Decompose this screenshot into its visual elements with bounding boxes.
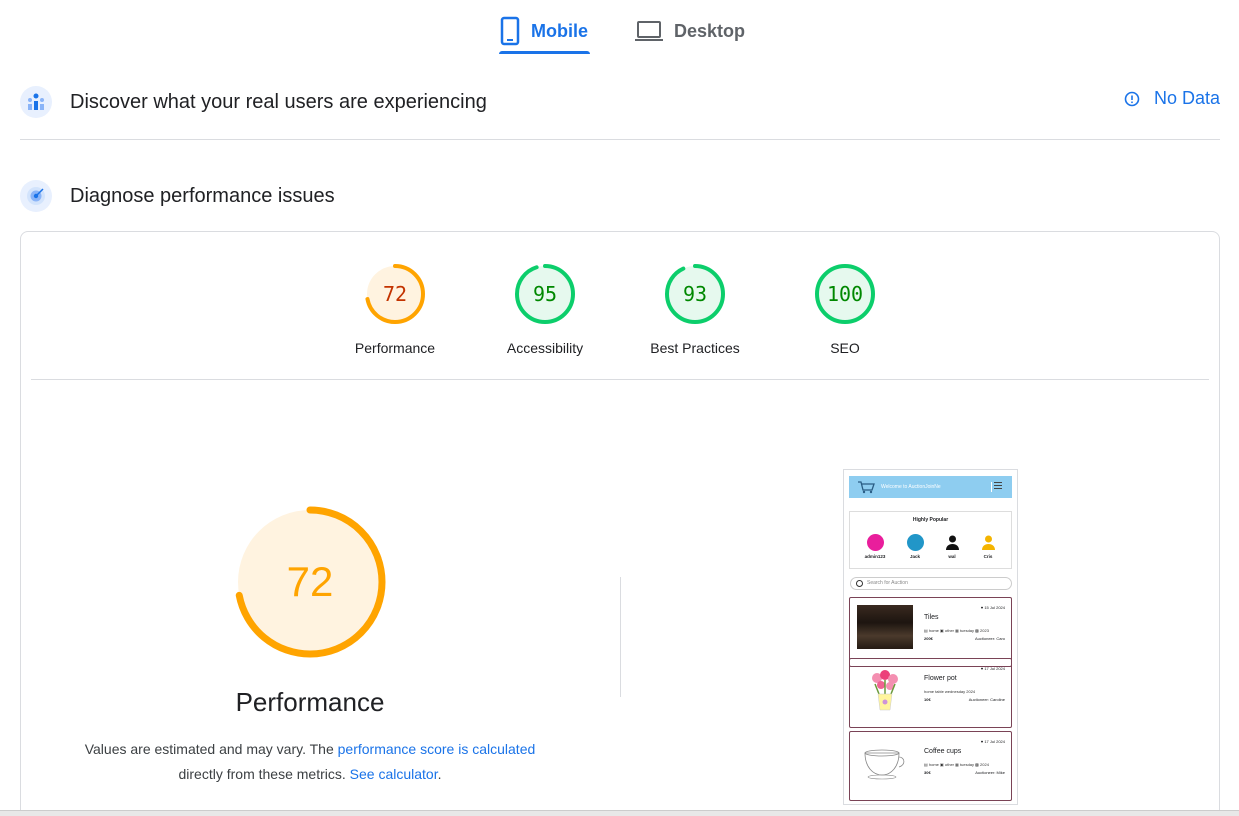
- item-meta: home table wednesday 2024: [924, 689, 976, 694]
- screenshot-auction-item: ♥ 17 Jul 2024 Flower pot home table wedn…: [849, 658, 1012, 728]
- card-divider: [31, 379, 1209, 380]
- vertical-divider: [620, 577, 621, 697]
- desc-prefix: Values are estimated and may vary. The: [84, 741, 338, 757]
- tab-mobile-label: Mobile: [531, 20, 588, 41]
- gauge-label: Performance: [354, 340, 436, 356]
- gauge-label: Accessibility: [506, 340, 584, 356]
- avatar: [866, 534, 884, 551]
- popular-user-name: wal: [948, 554, 956, 559]
- section-divider: [20, 139, 1220, 140]
- screenshot-auction-item: ♥ 15 Jul 2024 Tiles ▤ home ▣ other ▦ tue…: [849, 597, 1012, 667]
- item-auctioneer: Auctioneer: Caro: [974, 636, 1005, 641]
- item-name: Tiles: [924, 614, 939, 621]
- popular-user-name: Jack: [909, 554, 920, 559]
- item-price: 200€: [924, 636, 933, 641]
- popular-user: admin123: [860, 534, 890, 560]
- gauge-ring: 95: [515, 264, 575, 324]
- score-gauges: 72 Performance 95 Accessibility 93 Best …: [21, 262, 1221, 362]
- gauge-score: 93: [683, 282, 707, 306]
- discover-title: Discover what your real users are experi…: [70, 90, 487, 113]
- gauge-score: 100: [827, 282, 863, 306]
- gauge-score: 95: [533, 282, 557, 306]
- avatar: [979, 534, 997, 551]
- big-gauge-score: 72: [287, 558, 334, 605]
- avatar: [906, 534, 924, 551]
- desc-middle: directly from these metrics.: [178, 766, 350, 782]
- item-price: 30€: [924, 770, 931, 775]
- performance-title: Performance: [235, 687, 385, 717]
- score-calculated-link[interactable]: performance score is calculated: [338, 741, 536, 757]
- report-card: 72 Performance 95 Accessibility 93 Best …: [20, 231, 1220, 816]
- item-date: ♥ 17 Jul 2024: [980, 739, 1005, 744]
- item-price: 10€: [924, 697, 931, 702]
- popular-user: wal: [937, 534, 967, 560]
- menu-icon: [991, 482, 1002, 492]
- discover-section[interactable]: Discover what your real users are experi…: [20, 84, 1220, 120]
- see-calculator-link[interactable]: See calculator: [350, 766, 438, 782]
- gauge-label: SEO: [830, 340, 860, 356]
- tab-mobile[interactable]: Mobile: [499, 8, 588, 54]
- item-name: Coffee cups: [924, 748, 962, 755]
- item-date: ♥ 15 Jul 2024: [980, 605, 1005, 610]
- gauge-best-practices[interactable]: 93 Best Practices: [640, 262, 750, 356]
- no-data-label: No Data: [1153, 88, 1220, 108]
- screenshot-popular: Highly Popular admin123 Jack wal Cris: [849, 511, 1012, 569]
- tab-desktop-label: Desktop: [674, 20, 746, 41]
- gauge-label: Best Practices: [650, 340, 740, 356]
- item-auctioneer: Auctioneer: Mike: [975, 770, 1005, 775]
- gauge-performance[interactable]: 72 Performance: [340, 262, 450, 356]
- users-chart-icon: [20, 86, 52, 118]
- performance-big-gauge: 72: [233, 505, 387, 664]
- laptop-icon: [635, 21, 663, 41]
- popular-user-name: Cris: [983, 554, 993, 559]
- smartphone-icon: [500, 16, 520, 46]
- screenshot-search: Search for Auction: [850, 577, 1012, 590]
- popular-title: Highly Popular: [912, 517, 949, 523]
- coffee-cup-image: [857, 739, 913, 783]
- popular-user: Jack: [900, 534, 930, 560]
- gauge-ring: 93: [665, 264, 725, 324]
- page-screenshot: Welcome to AuctionJoinNe Highly Popular …: [843, 469, 1018, 805]
- gauge-ring: 72: [365, 264, 425, 324]
- item-date: ♥ 17 Jul 2024: [980, 666, 1005, 671]
- performance-description: Values are estimated and may vary. The p…: [21, 737, 599, 787]
- item-meta: ▤ home ▣ other ▦ tuesday ▩ 2024: [924, 762, 989, 767]
- gauge-ring: 100: [815, 264, 875, 324]
- gauge-score: 72: [383, 282, 407, 306]
- no-data-status[interactable]: No Data: [1124, 88, 1220, 109]
- active-tab-indicator: [499, 51, 590, 54]
- desc-suffix: .: [437, 766, 442, 782]
- gauge-accessibility[interactable]: 95 Accessibility: [490, 262, 600, 356]
- popular-user: Cris: [973, 534, 1003, 560]
- screenshot-header: Welcome to AuctionJoinNe: [849, 476, 1012, 498]
- screenshot-auction-item: ♥ 17 Jul 2024 Coffee cups ▤ home ▣ other…: [849, 731, 1012, 801]
- avatar: [943, 534, 961, 551]
- tab-desktop[interactable]: Desktop: [634, 8, 745, 54]
- diagnose-section: Diagnose performance issues: [20, 178, 1220, 214]
- item-meta: ▤ home ▣ other ▦ tuesday ▩ 2023: [924, 628, 989, 633]
- radar-icon: [20, 180, 52, 212]
- flower-pot-image: [857, 666, 913, 711]
- diagnose-title: Diagnose performance issues: [70, 184, 335, 207]
- item-thumbnail: [857, 605, 913, 649]
- window-bottom-edge: [0, 810, 1239, 816]
- screenshot-header-text: Welcome to AuctionJoinNe: [881, 484, 941, 490]
- popular-user-name: admin123: [864, 554, 886, 559]
- cart-icon: [858, 481, 875, 494]
- device-tabs: Mobile Desktop: [0, 0, 1239, 56]
- info-icon: [1124, 91, 1140, 106]
- item-name: Flower pot: [924, 675, 957, 682]
- gauge-seo[interactable]: 100 SEO: [790, 262, 900, 356]
- item-auctioneer: Auctioneer: Caroline: [968, 697, 1005, 702]
